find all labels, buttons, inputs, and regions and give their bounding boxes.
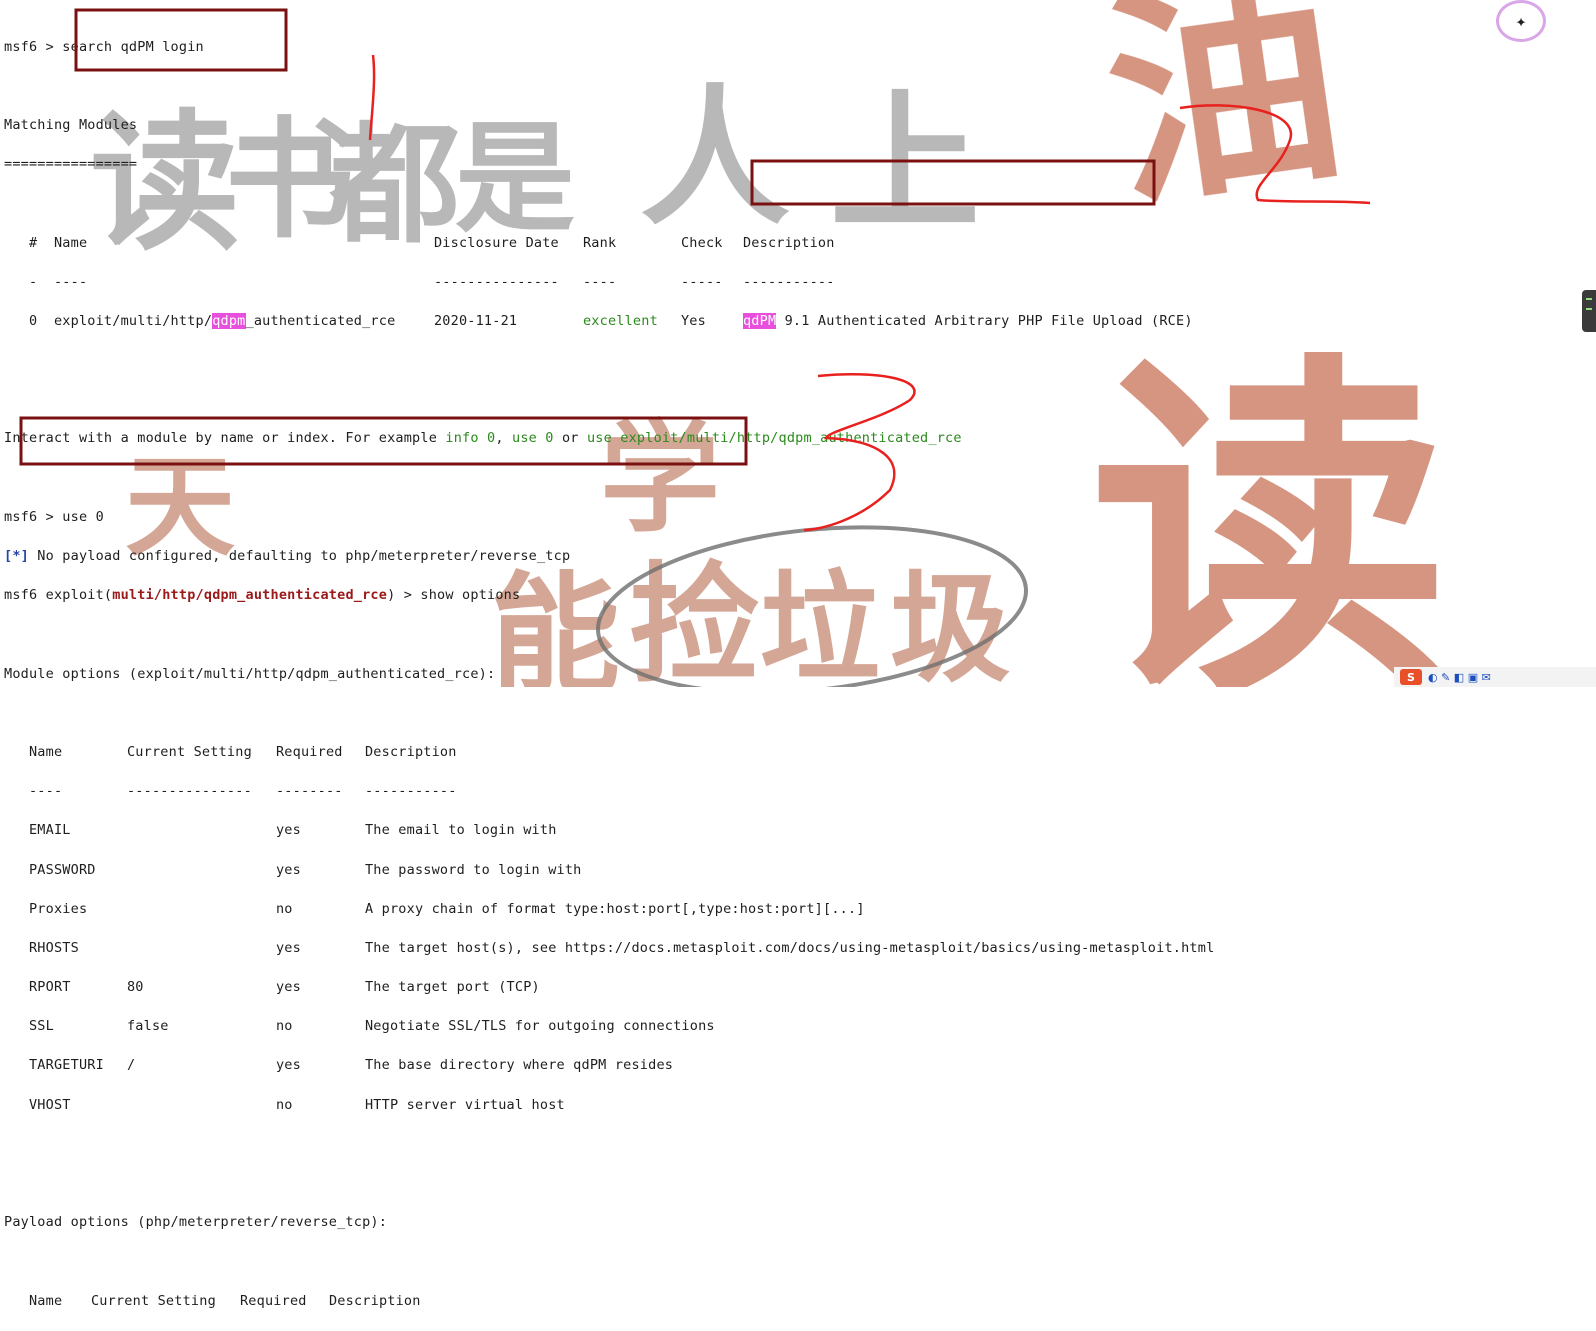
prompt: msf6 — [4, 38, 38, 55]
modules-table-row: 0 exploit/multi/http/qdpm_authenticated_… — [4, 312, 1214, 332]
scroll-handle-icon[interactable] — [1582, 290, 1596, 332]
line-search-command: msf6 > search qdPM login — [4, 38, 204, 55]
payload-default-info: [*] No payload configured, defaulting to… — [4, 548, 571, 565]
line-show-options: msf6 exploit(multi/http/qdpm_authenticat… — [4, 587, 521, 604]
rank-excellent: excellent — [582, 312, 658, 329]
line-use-command: msf6 > use 0 — [4, 508, 104, 525]
option-row-password: PASSWORD yes The password to login with — [28, 861, 582, 878]
exploit-module-name: multi/http/qdpm_authenticated_rce — [112, 587, 388, 604]
info-tag: [*] — [4, 548, 29, 565]
options-table-dashes: ---- --------------- -------- ----------- — [28, 783, 457, 800]
option-row-targeturi: TARGETURI / yes The base directory where qd… — [28, 1057, 674, 1074]
modules-table-header: # Name Disclosure Date Rank Check Descriptio… — [28, 234, 835, 251]
option-row-rport: RPORT 80 yes The target port (TCP) — [28, 979, 540, 996]
highlight-qdPM: qdPM — [742, 312, 777, 329]
option-row-proxies: Proxies no A proxy chain of format type:ho… — [28, 900, 865, 917]
payload-options-title: Payload options (php/meterpreter/reverse… — [4, 1214, 388, 1231]
matching-modules-rule: ================ — [4, 156, 138, 173]
tray-logo-icon: S — [1400, 669, 1422, 685]
modules-table-dashes: - ---- --------------- ---- ----- ----------… — [28, 273, 835, 290]
option-row-email: EMAIL yes The email to login with — [28, 822, 557, 839]
tray-glyph-icon: ◐ ✎ ◧ ▣ ✉ — [1428, 670, 1491, 684]
interact-hint: Interact with a module by name or index.… — [4, 430, 962, 447]
terminal-output: msf6 > search qdPM login Matching Module… — [4, 18, 1214, 1331]
option-row-ssl: SSL false no Negotiate SSL/TLS for outgoing… — [28, 1018, 715, 1035]
highlight-qdpm: qdpm — [212, 312, 246, 329]
brand-badge-icon[interactable]: ✦ — [1496, 0, 1546, 42]
option-row-vhost: VHOST no HTTP server virtual host — [28, 1096, 565, 1113]
matching-modules-title: Matching Modules — [4, 116, 138, 133]
option-row-rhosts: RHOSTS yes The target host(s), see https:/… — [28, 939, 1215, 956]
search-command: search qdPM login — [62, 38, 204, 55]
tray-icon[interactable]: S ◐ ✎ ◧ ▣ ✉ — [1394, 667, 1596, 687]
payload-table-header: Name Current Setting Required Description — [28, 1292, 421, 1309]
options-table-header: Name Current Setting Required Description — [28, 743, 457, 760]
module-options-title: Module options (exploit/multi/http/qdpm_… — [4, 665, 496, 682]
